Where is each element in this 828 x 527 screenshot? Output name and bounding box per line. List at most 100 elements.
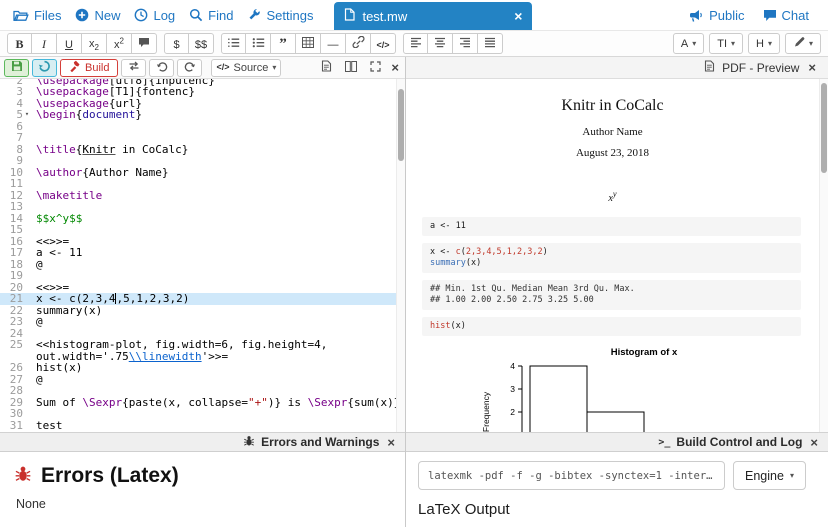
pdf-view[interactable]: Knitr in CoCalc Author Name August 23, 2… — [406, 79, 828, 432]
heading-dropdown[interactable]: H ▾ — [748, 33, 780, 54]
table-button[interactable] — [296, 33, 321, 54]
display-math-button[interactable]: $$ — [189, 33, 214, 54]
code-line[interactable]: 17 a <- 11 — [0, 247, 405, 259]
editor-scrollbar[interactable] — [396, 79, 405, 432]
bold-icon: B — [15, 37, 24, 51]
close-errors-icon[interactable]: × — [385, 436, 397, 449]
top-navbar: Files New Log Find Settings test.mw × Pu… — [0, 0, 828, 30]
code-line[interactable]: 23 @ — [0, 316, 405, 328]
code-line[interactable]: 6 — [0, 120, 405, 133]
font-color-dropdown[interactable]: A ▾ — [672, 33, 705, 54]
code-line: ## 1.00 2.00 2.50 2.75 3.25 5.00 — [430, 295, 594, 306]
fold-icon — [23, 132, 31, 144]
format-toolbar: B I Ux2 x2 $ $$ ” — </> A ▾ TI ▾ H ▾ ▾ — [0, 30, 828, 57]
code-line[interactable]: 26 hist(x) — [0, 362, 405, 374]
chat-button[interactable]: Chat — [756, 4, 816, 27]
errors-collapse-bar[interactable]: Errors and Warnings × — [0, 432, 405, 452]
horizontal-rule-button[interactable]: — — [321, 33, 346, 54]
tab-close-icon[interactable]: × — [514, 9, 522, 23]
redo-button[interactable] — [177, 58, 203, 77]
align-left-button[interactable] — [403, 33, 428, 54]
align-right-button[interactable] — [453, 33, 478, 54]
sync-button[interactable] — [121, 58, 147, 77]
font-family-dropdown[interactable]: TI ▾ — [709, 33, 744, 54]
code-line[interactable]: 8 \title{Knitr in CoCalc} — [0, 142, 405, 156]
plus-circle-icon — [75, 8, 89, 22]
fold-icon[interactable]: ▾ — [23, 109, 31, 121]
fold-icon — [23, 155, 31, 167]
fold-icon — [23, 247, 31, 259]
code-line[interactable]: 29 Sum of \Sexpr{paste(x, collapse="+")} … — [0, 395, 405, 409]
close-editor-icon[interactable]: × — [389, 61, 401, 74]
source-dropdown[interactable]: </> Source ▾ — [211, 58, 282, 77]
code-text: @ — [31, 258, 405, 271]
fold-icon — [23, 397, 31, 409]
svg-text:2: 2 — [510, 407, 515, 417]
log-button[interactable]: Log — [127, 4, 182, 27]
code-line[interactable]: 12 \maketitle — [0, 189, 405, 202]
align-center-button[interactable] — [428, 33, 453, 54]
unordered-list-button[interactable] — [246, 33, 271, 54]
find-button[interactable]: Find — [182, 4, 240, 27]
close-preview-icon[interactable]: × — [806, 61, 818, 74]
r-code-block: a <- 11 — [422, 217, 801, 237]
navbar-left: Files New Log Find Settings — [6, 0, 320, 30]
code-token: )} is — [267, 395, 308, 409]
file-icon — [344, 8, 356, 24]
code-token: in CoCalc} — [115, 142, 189, 156]
editor-scrollbar-thumb[interactable] — [398, 89, 404, 161]
code-button[interactable]: </> — [371, 33, 396, 54]
fold-icon — [23, 374, 31, 386]
underline-button[interactable]: U — [57, 33, 82, 54]
build-collapse-bar[interactable]: >_ Build Control and Log × — [406, 432, 828, 452]
subscript-button[interactable]: x2 — [82, 33, 107, 54]
code-line[interactable]: 5 ▾ \begin{document} — [0, 109, 405, 121]
code-token: "+" — [247, 395, 268, 409]
code-line[interactable]: 31 test — [0, 419, 405, 432]
line-number: 9 — [16, 154, 23, 167]
code-token: \author — [36, 165, 83, 179]
close-build-icon[interactable]: × — [808, 436, 820, 449]
preview-scrollbar[interactable] — [819, 79, 828, 432]
line-number: 19 — [9, 269, 23, 282]
code-line[interactable]: 22 summary(x) — [0, 304, 405, 317]
code-line[interactable]: 14 $$x^y$$ — [0, 212, 405, 225]
code-line[interactable]: 27 @ — [0, 373, 405, 386]
code-line[interactable]: 10 \author{Author Name} — [0, 165, 405, 179]
marker-dropdown[interactable]: ▾ — [784, 33, 821, 54]
ordered-list-button[interactable] — [221, 33, 246, 54]
split-view-button[interactable] — [340, 60, 362, 76]
quote-button[interactable]: ” — [271, 33, 296, 54]
italic-button[interactable]: I — [32, 33, 57, 54]
build-button[interactable]: Build — [60, 58, 119, 77]
code-token: \Sexpr — [82, 395, 123, 409]
fullscreen-button[interactable] — [365, 60, 386, 76]
engine-dropdown[interactable]: Engine ▾ — [733, 461, 806, 490]
line-number: 23 — [9, 315, 23, 328]
page-view-button[interactable] — [316, 59, 337, 76]
preview-scrollbar-thumb[interactable] — [821, 83, 827, 173]
link-button[interactable] — [346, 33, 371, 54]
superscript-button[interactable]: x2 — [107, 33, 132, 54]
code-line[interactable]: 18 @ — [0, 258, 405, 271]
settings-button[interactable]: Settings — [240, 4, 320, 27]
save-button[interactable] — [4, 58, 29, 77]
bold-button[interactable]: B — [7, 33, 32, 54]
files-button[interactable]: Files — [6, 4, 68, 27]
chat-icon — [763, 9, 777, 22]
undo-button[interactable] — [149, 58, 175, 77]
build-command-input[interactable] — [418, 461, 725, 490]
new-button[interactable]: New — [68, 4, 127, 27]
align-justify-button[interactable] — [478, 33, 503, 54]
code-token: Sum of — [36, 395, 83, 409]
r-code-block: x <- c(2,3,4,5,1,2,3,2) summary(x) — [422, 243, 801, 274]
public-button[interactable]: Public — [682, 4, 751, 27]
tab-test-mw[interactable]: test.mw × — [334, 2, 533, 30]
timetravel-button[interactable] — [32, 58, 57, 77]
code-editor[interactable]: 2 \usepackage[utf8]{inputenc} 3 \usepackage… — [0, 79, 405, 432]
code-text: <<>>= — [31, 235, 405, 248]
redo-icon — [184, 61, 196, 75]
comment-button[interactable] — [132, 33, 157, 54]
inline-math-button[interactable]: $ — [164, 33, 189, 54]
